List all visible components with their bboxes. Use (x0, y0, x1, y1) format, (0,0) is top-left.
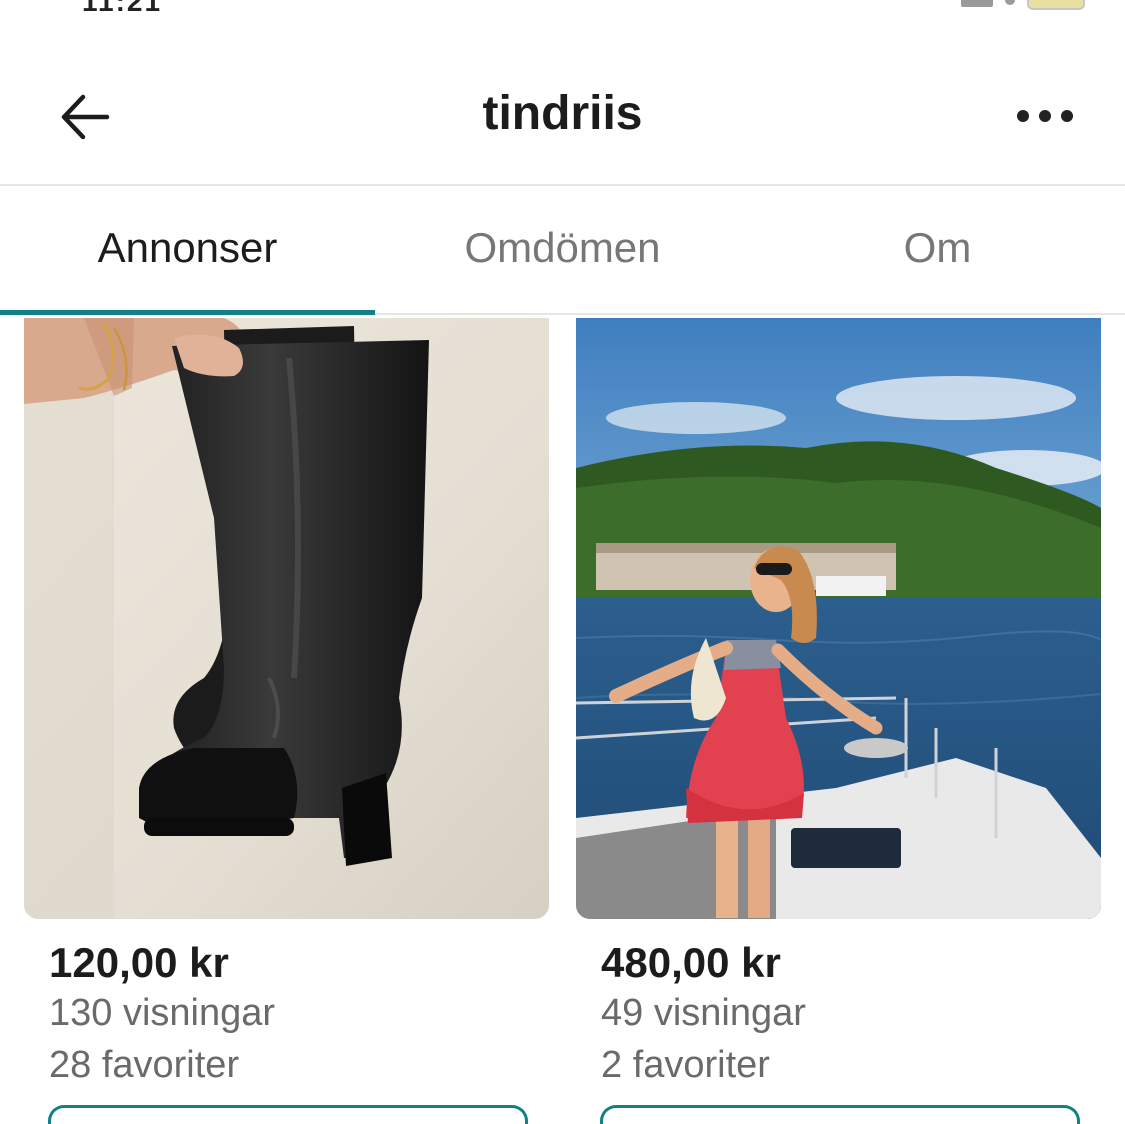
listing-favorites: 2 favoriter (601, 1044, 770, 1086)
listing-action-button[interactable] (600, 1105, 1080, 1124)
status-time: 11:21 (82, 0, 162, 14)
profile-page: 11:21 tindriis Annonser Omdömen Om (0, 0, 1125, 1124)
listing-card[interactable]: 480,00 kr 49 visningar 2 favoriter (576, 318, 1101, 1091)
listing-card[interactable]: 120,00 kr 130 visningar 28 favoriter (24, 318, 549, 1091)
tab-omdomen[interactable]: Omdömen (375, 186, 750, 314)
listing-views: 130 visningar (49, 992, 276, 1034)
listing-price: 480,00 kr (601, 939, 781, 986)
more-dots-icon (1017, 110, 1029, 122)
signal-icon (961, 0, 993, 7)
profile-tabs: Annonser Omdömen Om (0, 186, 1125, 314)
black-knee-high-boots-photo (24, 318, 549, 919)
status-icons (961, 0, 1085, 10)
wifi-icon (1005, 0, 1015, 5)
tab-annonser[interactable]: Annonser (0, 186, 375, 314)
listing-photo-dress[interactable] (576, 318, 1101, 919)
page-title: tindriis (482, 87, 643, 140)
listing-price: 120,00 kr (49, 939, 229, 986)
battery-icon (1027, 0, 1085, 10)
listing-photo-boots[interactable] (24, 318, 549, 919)
active-tab-indicator (0, 310, 375, 315)
listing-favorites: 28 favoriter (49, 1044, 240, 1086)
tab-om[interactable]: Om (750, 186, 1125, 314)
top-app-bar: tindriis (0, 60, 1125, 184)
listing-views: 49 visningar (601, 992, 806, 1034)
more-dots-icon (1061, 110, 1073, 122)
listing-action-button[interactable] (48, 1105, 528, 1124)
more-dots-icon (1039, 110, 1051, 122)
more-options-button[interactable] (1005, 86, 1085, 146)
woman-in-red-dress-on-boat-photo (576, 318, 1101, 919)
status-bar: 11:21 (0, 0, 1125, 14)
